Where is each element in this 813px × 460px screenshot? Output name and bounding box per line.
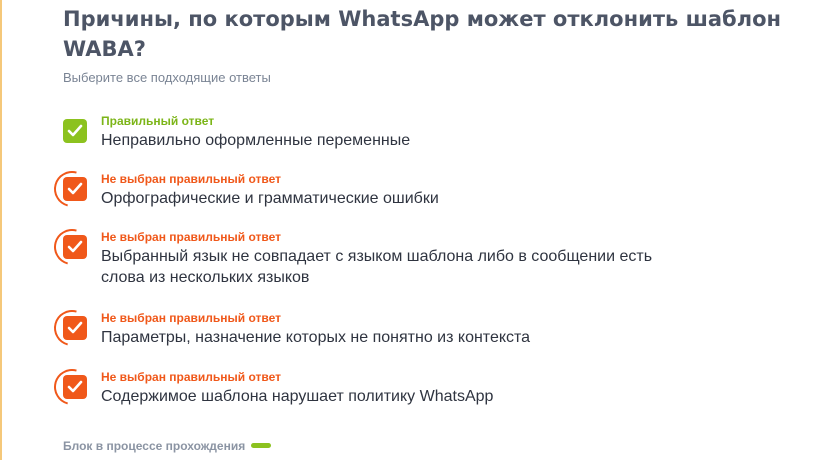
answer-text: Орфографические и грамматические ошибки — [101, 190, 439, 207]
answer-text: Выбранный язык не совпадает с языком шаб… — [101, 248, 653, 286]
answer-status-label: Не выбран правильный ответ — [101, 370, 282, 384]
progress-indicator — [251, 443, 272, 449]
answer-text: Содержимое шаблона нарушает политику Wha… — [101, 388, 494, 405]
block-progress: Блок в процессе прохождения — [63, 437, 272, 453]
check-icon — [67, 321, 83, 334]
answer-text: Параметры, назначение которых не понятно… — [101, 329, 531, 346]
check-icon — [67, 124, 83, 137]
checkbox-missed[interactable] — [63, 177, 87, 201]
answer-status-label: Правильный ответ — [101, 114, 215, 128]
question-instruction: Выберите все подходящие ответы — [63, 70, 271, 85]
answer-status-label: Не выбран правильный ответ — [101, 172, 282, 186]
progress-label: Блок в процессе прохождения — [63, 438, 246, 453]
question-title: Причины, по которым WhatsApp может откло… — [63, 7, 782, 61]
checkbox-correct[interactable] — [63, 119, 87, 143]
check-icon — [67, 380, 83, 393]
checkbox-missed[interactable] — [63, 316, 87, 340]
checkbox-missed[interactable] — [63, 375, 87, 399]
check-icon — [67, 182, 83, 195]
quiz-page: Причины, по которым WhatsApp может откло… — [0, 0, 813, 460]
answer-status-label: Не выбран правильный ответ — [101, 230, 282, 244]
answer-text: Неправильно оформленные переменные — [101, 132, 411, 149]
answer-status-label: Не выбран правильный ответ — [101, 311, 282, 325]
left-accent-rule — [0, 0, 2, 460]
check-icon — [67, 240, 83, 253]
checkbox-missed[interactable] — [63, 235, 87, 259]
